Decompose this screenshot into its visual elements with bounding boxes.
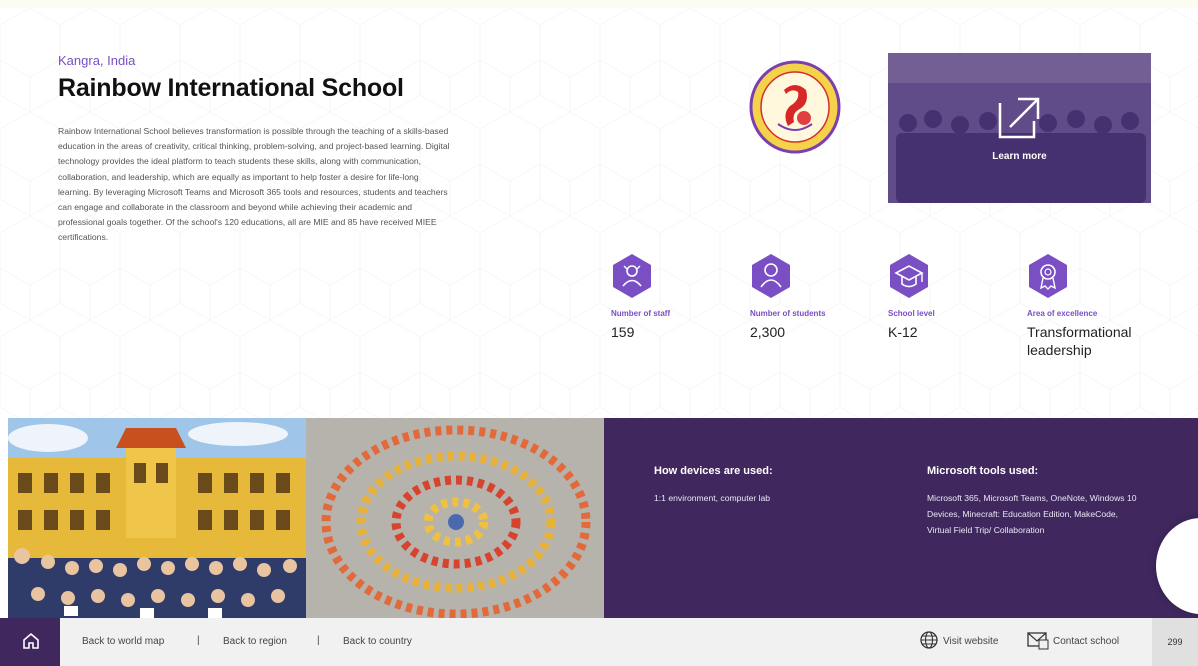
stat-label: Area of excellence bbox=[1027, 309, 1098, 318]
stat-label: Number of staff bbox=[611, 309, 671, 318]
back-to-world-map-link[interactable]: Back to world map bbox=[82, 636, 164, 647]
stat-value: 2,300 bbox=[750, 324, 786, 340]
school-location: Kangra, India bbox=[58, 53, 136, 68]
devices-heading: How devices are used: bbox=[654, 465, 773, 477]
globe-icon bbox=[920, 631, 938, 649]
stat-staff: Number of staff 159 bbox=[611, 253, 751, 341]
stat-label: Number of students bbox=[750, 309, 826, 318]
home-icon bbox=[23, 632, 39, 649]
home-button[interactable] bbox=[0, 618, 60, 666]
learn-more-label: Learn more bbox=[992, 151, 1047, 162]
graduation-cap-icon bbox=[890, 254, 928, 298]
tools-text: Microsoft 365, Microsoft Teams, OneNote,… bbox=[927, 493, 1137, 535]
student-icon bbox=[752, 254, 790, 298]
page-title: Rainbow International School bbox=[58, 74, 404, 102]
contact-school-link[interactable]: Contact school bbox=[1053, 636, 1119, 647]
footer-nav: Back to world map | Back to region | Bac… bbox=[0, 618, 1198, 666]
stat-level: School level K-12 bbox=[888, 253, 1028, 341]
staff-icon bbox=[613, 254, 651, 298]
visit-website-link[interactable]: Visit website bbox=[943, 636, 998, 647]
stat-label: School level bbox=[888, 309, 935, 318]
school-page: Kangra, India Rainbow International Scho… bbox=[0, 8, 1198, 666]
back-to-country-link[interactable]: Back to country bbox=[343, 636, 412, 647]
back-to-region-link[interactable]: Back to region bbox=[223, 636, 287, 647]
school-description: Rainbow International School believes tr… bbox=[58, 126, 450, 243]
stat-value: K-12 bbox=[888, 324, 918, 340]
details-panel: How devices are used: 1:1 environment, c… bbox=[604, 418, 1198, 626]
stat-value: Transformational leadership bbox=[1027, 324, 1132, 358]
school-logo bbox=[749, 60, 841, 154]
external-link-icon bbox=[998, 97, 1040, 139]
students-circle-photo bbox=[306, 418, 604, 626]
footer-separator: | bbox=[197, 635, 200, 646]
award-icon bbox=[1029, 254, 1067, 298]
tools-heading: Microsoft tools used: bbox=[927, 465, 1039, 477]
stat-value: 159 bbox=[611, 324, 635, 340]
learn-more-card[interactable]: Learn more bbox=[888, 53, 1151, 203]
page-number: 299 bbox=[1152, 618, 1198, 666]
stat-excellence: Area of excellence Transformational lead… bbox=[1027, 253, 1167, 359]
school-building-photo bbox=[8, 418, 306, 626]
footer-separator: | bbox=[317, 635, 320, 646]
mail-icon bbox=[1027, 632, 1049, 650]
devices-text: 1:1 environment, computer lab bbox=[654, 493, 771, 503]
stat-students: Number of students 2,300 bbox=[750, 253, 890, 341]
